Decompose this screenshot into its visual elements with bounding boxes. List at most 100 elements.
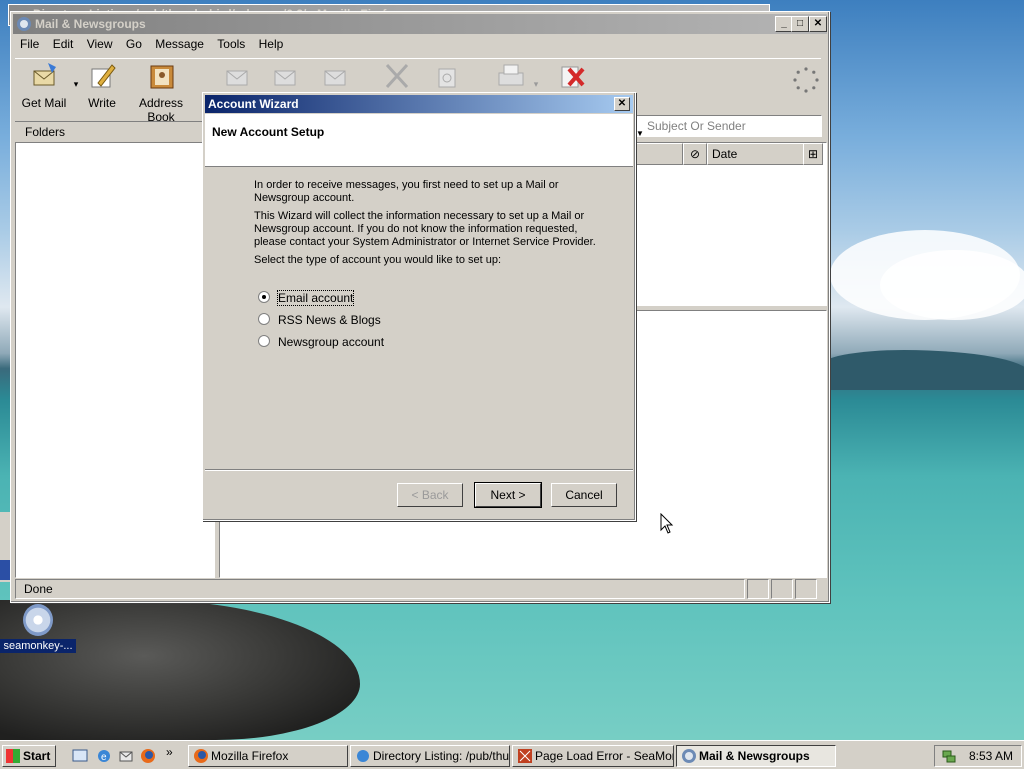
write-button[interactable]: Write	[81, 59, 123, 110]
radio-label: Newsgroup account	[278, 335, 385, 349]
search-dropdown-icon[interactable]: ▼	[636, 129, 644, 138]
distant-hills	[820, 350, 1024, 390]
wizard-title: Account Wizard	[208, 97, 299, 111]
menu-file[interactable]: File	[15, 35, 44, 53]
internet-explorer-icon	[357, 750, 369, 762]
network-icon[interactable]	[941, 748, 957, 764]
reply-button[interactable]	[219, 59, 255, 96]
get-mail-icon	[33, 63, 56, 86]
column-picker[interactable]: ⊞	[803, 143, 823, 165]
maximize-button[interactable]: □	[791, 16, 809, 32]
radio-newsgroup-account[interactable]: Newsgroup account	[258, 335, 384, 349]
back-button[interactable]: < Back	[397, 483, 463, 507]
outlook-express-icon[interactable]	[118, 748, 134, 764]
folders-label: Folders	[25, 125, 66, 139]
menu-go[interactable]: Go	[121, 35, 147, 53]
quick-launch-overflow-icon[interactable]: »	[166, 745, 173, 759]
task-label: Mail & Newsgroups	[699, 749, 810, 763]
wizard-paragraph-1: In order to receive messages, you first …	[254, 179, 559, 204]
window-title: Mail & Newsgroups	[35, 17, 146, 31]
radio-rss-news-blogs[interactable]: RSS News & Blogs	[258, 313, 381, 327]
reply-all-button[interactable]	[267, 59, 303, 96]
get-mail-dropdown[interactable]: ▾	[71, 79, 81, 90]
windows-logo-icon	[6, 749, 20, 763]
stop-button[interactable]	[553, 59, 589, 96]
reply-all-icon	[274, 70, 296, 86]
task-directory-listing[interactable]: Directory Listing: /pub/thu...	[350, 745, 510, 767]
status-text: Done	[15, 579, 745, 599]
desktop-icon-seamonkey[interactable]: seamonkey-...	[0, 604, 76, 653]
menu-tools[interactable]: Tools	[212, 35, 250, 53]
address-book-button[interactable]: Address Book	[125, 59, 197, 124]
write-label: Write	[88, 96, 116, 110]
next-button[interactable]: Next >	[474, 482, 542, 508]
menu-bar: File Edit View Go Message Tools Help	[15, 35, 288, 55]
activity-throbber-icon	[793, 67, 819, 93]
junk-bin-icon	[438, 68, 456, 88]
write-icon	[91, 64, 116, 88]
column-header-junk[interactable]: ⊘	[683, 143, 707, 165]
start-button[interactable]: Start	[2, 745, 56, 767]
column-picker-icon: ⊞	[807, 147, 819, 161]
delete-x-icon	[385, 63, 409, 89]
system-tray: 8:53 AM	[934, 745, 1022, 767]
status-cell	[771, 579, 793, 599]
clock[interactable]: 8:53 AM	[969, 746, 1013, 766]
mouse-cursor-icon	[660, 513, 674, 534]
search-placeholder: Subject Or Sender	[647, 119, 746, 133]
menu-edit[interactable]: Edit	[48, 35, 79, 53]
junk-status-icon: ⊘	[689, 147, 701, 161]
column-header-date[interactable]: Date	[707, 143, 805, 165]
wizard-separator	[205, 469, 633, 471]
get-mail-button[interactable]: Get Mail	[17, 59, 71, 110]
internet-explorer-icon[interactable]: e	[96, 748, 112, 764]
task-label: Directory Listing: /pub/thu...	[373, 749, 510, 763]
wizard-page-title: New Account Setup	[212, 125, 325, 139]
junk-button[interactable]	[429, 59, 465, 96]
print-dropdown[interactable]: ▾	[531, 79, 541, 90]
delete-button[interactable]	[379, 59, 415, 96]
seamonkey-icon	[518, 749, 532, 763]
printer-icon	[498, 64, 524, 86]
forward-icon	[324, 70, 346, 86]
forward-button[interactable]	[317, 59, 353, 96]
wizard-paragraph-3: Select the type of account you would lik…	[254, 254, 502, 266]
radio-button[interactable]	[258, 313, 270, 325]
menu-help[interactable]: Help	[254, 35, 289, 53]
cd-icon	[23, 604, 53, 636]
status-cell	[795, 579, 817, 599]
seamonkey-icon	[17, 17, 31, 31]
wizard-description: In order to receive messages, you first …	[254, 179, 604, 272]
task-mozilla-firefox[interactable]: Mozilla Firefox	[188, 745, 348, 767]
menu-message[interactable]: Message	[150, 35, 209, 53]
address-book-label: Address Book	[138, 96, 184, 124]
seamonkey-icon	[682, 749, 696, 763]
radio-button-selected[interactable]	[258, 291, 270, 303]
menu-view[interactable]: View	[82, 35, 118, 53]
radio-label: Email account	[276, 290, 355, 306]
firefox-icon[interactable]	[140, 748, 156, 764]
wizard-close-button[interactable]: ✕	[614, 97, 630, 111]
wizard-paragraph-2: This Wizard will collect the information…	[254, 210, 596, 248]
column-header-status[interactable]	[635, 143, 683, 165]
get-mail-label: Get Mail	[21, 96, 67, 110]
svg-text:e: e	[101, 752, 107, 763]
task-label: Mozilla Firefox	[211, 749, 289, 763]
window-titlebar[interactable]: Mail & Newsgroups _ □ ✕	[13, 14, 827, 34]
stop-icon	[561, 66, 585, 88]
close-button[interactable]: ✕	[809, 16, 827, 32]
radio-email-account[interactable]: Email account	[258, 290, 355, 306]
task-label: Page Load Error - SeaMon...	[535, 749, 674, 763]
cancel-button[interactable]: Cancel	[551, 483, 617, 507]
radio-button[interactable]	[258, 335, 270, 347]
taskbar: Start e » Mozilla Firefox Directory List…	[0, 740, 1024, 769]
task-page-load-error[interactable]: Page Load Error - SeaMon...	[512, 745, 674, 767]
show-desktop-icon[interactable]	[72, 748, 88, 764]
folder-pane[interactable]	[15, 142, 215, 578]
search-input[interactable]: ▼ Subject Or Sender	[634, 115, 822, 138]
task-mail-newsgroups[interactable]: Mail & Newsgroups	[676, 745, 836, 767]
print-button[interactable]	[493, 59, 529, 96]
radio-label: RSS News & Blogs	[278, 313, 381, 327]
wizard-titlebar[interactable]: Account Wizard ✕	[205, 95, 633, 113]
cloud	[880, 250, 1024, 320]
